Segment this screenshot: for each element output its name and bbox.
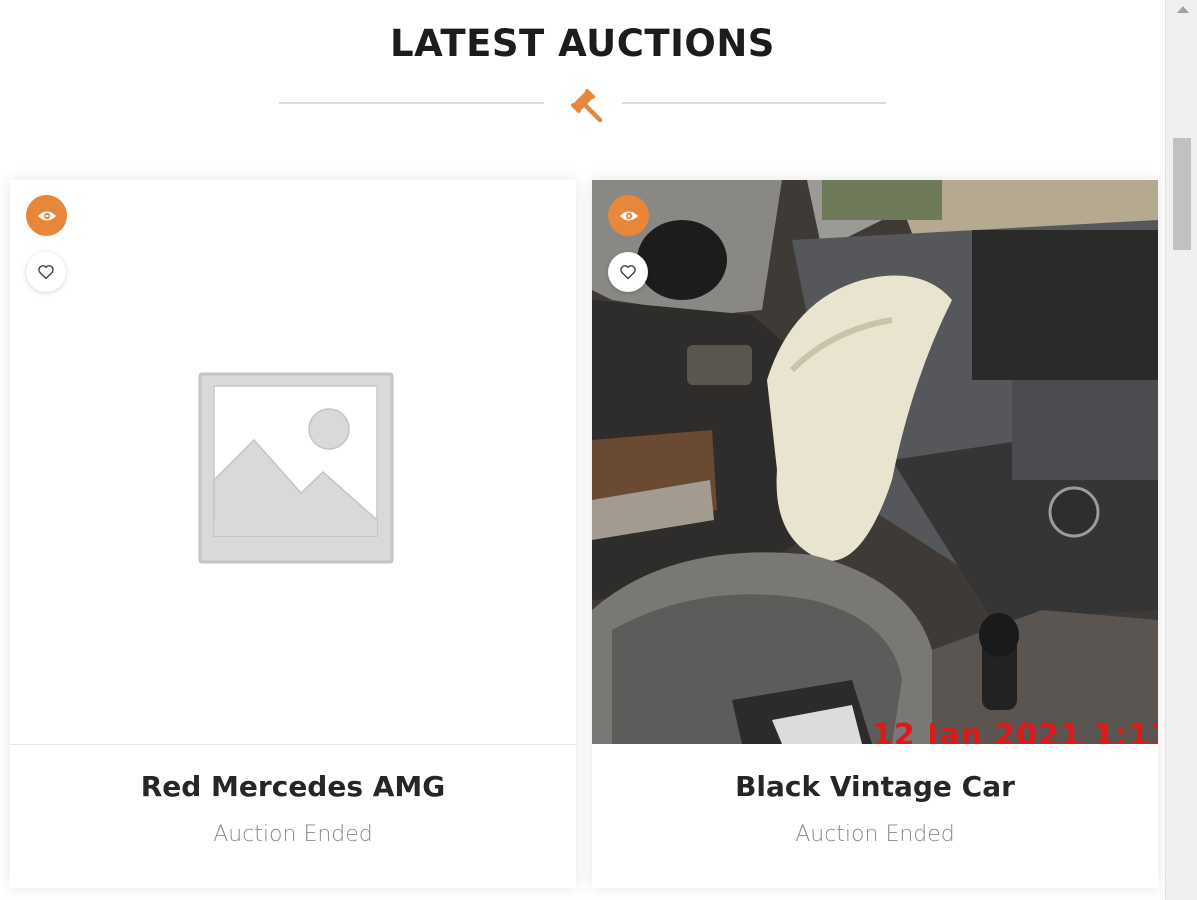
auction-card[interactable]: 12 Jan 2021 1:11 Black Vintage Car Aucti… [592, 180, 1158, 888]
auction-card[interactable]: Red Mercedes AMG Auction Ended [10, 180, 576, 888]
heart-icon [620, 265, 636, 280]
auction-title[interactable]: Red Mercedes AMG [10, 770, 576, 803]
gavel-icon [570, 88, 603, 123]
section-title: LATEST AUCTIONS [390, 22, 775, 65]
title-divider-right [622, 102, 886, 104]
scroll-up-arrow-icon[interactable] [1177, 6, 1189, 13]
wishlist-button[interactable] [608, 252, 648, 292]
heart-icon [38, 265, 54, 280]
page: LATEST AUCTIONS Red Mercedes AMG Auction… [0, 0, 1165, 900]
auction-image[interactable] [10, 180, 576, 745]
scrollbar-thumb[interactable] [1173, 138, 1191, 250]
auction-status: Auction Ended [795, 822, 955, 847]
eye-icon [619, 211, 638, 220]
vertical-scrollbar[interactable] [1165, 0, 1197, 900]
title-divider-left [279, 102, 544, 104]
placeholder-image-icon [198, 372, 394, 564]
auction-image[interactable]: 12 Jan 2021 1:11 [592, 180, 1158, 744]
quick-view-button[interactable] [608, 195, 649, 236]
photo-timestamp: 12 Jan 2021 1:11 [872, 718, 1158, 744]
wishlist-button[interactable] [26, 252, 66, 292]
quick-view-button[interactable] [26, 195, 67, 236]
auction-title[interactable]: Black Vintage Car [592, 770, 1158, 803]
eye-icon [37, 211, 56, 220]
auction-status: Auction Ended [213, 822, 373, 847]
car-interior-photo [592, 180, 1158, 744]
